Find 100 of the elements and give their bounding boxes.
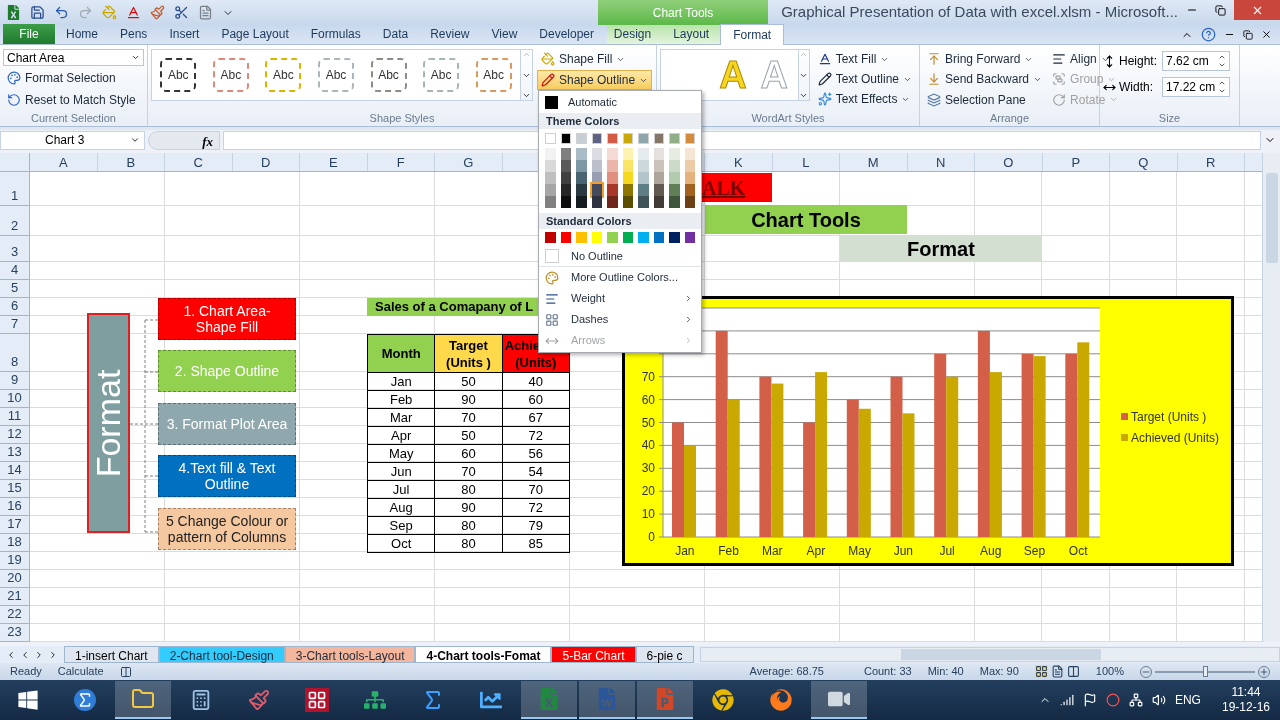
- column-header[interactable]: E: [300, 153, 368, 171]
- row-header[interactable]: 22: [0, 606, 30, 624]
- style-preset[interactable]: Abc: [317, 58, 354, 92]
- sheet-tab[interactable]: 3-Chart tools-Layout: [284, 646, 416, 663]
- ribbon-tab[interactable]: Insert: [158, 24, 211, 44]
- column-header[interactable]: Q: [1110, 153, 1178, 171]
- table-cell: 70: [434, 408, 503, 427]
- row-header[interactable]: 4: [0, 262, 30, 280]
- column-header[interactable]: K: [705, 153, 773, 171]
- status-text: Ready: [10, 664, 42, 680]
- row-header[interactable]: 10: [0, 390, 30, 408]
- sheet-tab[interactable]: 6-pie c: [635, 646, 694, 663]
- ribbon-button[interactable]: Text Fill: [813, 49, 916, 69]
- status-text: Count: 33: [863, 664, 912, 680]
- language-indicator[interactable]: ENG: [1174, 691, 1201, 709]
- style-preset[interactable]: Abc: [475, 58, 512, 92]
- row-header[interactable]: 9: [0, 372, 30, 390]
- sheet-tab[interactable]: 5-Bar Chart: [551, 646, 636, 663]
- column-header[interactable]: A: [30, 153, 98, 171]
- ribbon-button[interactable]: Text Outline: [813, 69, 916, 89]
- ribbon-button[interactable]: Shape Fill: [537, 49, 653, 69]
- row-header[interactable]: 5: [0, 280, 30, 298]
- row-header[interactable]: 23: [0, 624, 30, 642]
- axis-label: May: [848, 544, 871, 558]
- style-preset[interactable]: Abc: [370, 58, 407, 92]
- style-preset[interactable]: Abc: [423, 58, 460, 92]
- table-cell: Jun: [367, 462, 435, 481]
- ribbon-tab[interactable]: Pens: [109, 24, 159, 44]
- row-header[interactable]: 21: [0, 588, 30, 606]
- column-header[interactable]: R: [1177, 153, 1245, 171]
- table-cell: 50: [434, 426, 503, 445]
- ribbon-tab[interactable]: Format: [720, 24, 785, 45]
- row-header[interactable]: 2: [0, 206, 30, 236]
- group-label: Shape Styles: [369, 111, 435, 126]
- style-preset[interactable]: Abc: [160, 58, 197, 92]
- row-header[interactable]: 18: [0, 534, 30, 552]
- table-cell: May: [367, 444, 435, 463]
- column-header[interactable]: P: [1042, 153, 1110, 171]
- ribbon-button[interactable]: Send Backward: [923, 69, 1047, 90]
- sheet-tab[interactable]: 4-Chart tools-Fomat: [415, 646, 552, 663]
- row-header[interactable]: 17: [0, 516, 30, 534]
- style-preset[interactable]: Abc: [265, 58, 302, 92]
- table-cell: Apr: [367, 426, 435, 445]
- status-text: Min: 40: [927, 664, 964, 680]
- row-header[interactable]: 11: [0, 408, 30, 426]
- column-header[interactable]: G: [435, 153, 503, 171]
- ribbon-tab[interactable]: File: [3, 24, 55, 44]
- ribbon-button[interactable]: Shape Outline: [537, 70, 653, 90]
- ribbon-tab[interactable]: Data: [371, 24, 420, 44]
- ribbon-tab[interactable]: Developer: [528, 24, 605, 44]
- column-header[interactable]: M: [840, 153, 908, 171]
- ribbon-tab[interactable]: View: [480, 24, 529, 44]
- ribbon-tab[interactable]: Formulas: [299, 24, 372, 44]
- name-box[interactable]: Chart 3: [0, 130, 145, 150]
- column-header[interactable]: D: [232, 153, 300, 171]
- row-header[interactable]: 1: [0, 172, 30, 206]
- row-header[interactable]: 14: [0, 462, 30, 480]
- row-header[interactable]: 13: [0, 444, 30, 462]
- column-header[interactable]: C: [165, 153, 233, 171]
- table-cell: 72: [502, 426, 570, 445]
- menu-item[interactable]: Dashes: [539, 309, 701, 330]
- menu-item[interactable]: No Outline: [539, 246, 701, 267]
- column-header[interactable]: F: [367, 153, 435, 171]
- ribbon-tab[interactable]: Design: [602, 24, 663, 44]
- row-header[interactable]: 7: [0, 316, 30, 334]
- group-label: Arrange: [989, 111, 1030, 126]
- menu-item[interactable]: Automatic: [539, 91, 701, 113]
- ribbon-tab[interactable]: Review: [419, 24, 481, 44]
- ribbon-button[interactable]: Selection Pane: [923, 89, 1047, 110]
- ribbon-tab[interactable]: Layout: [662, 24, 721, 44]
- menu-item[interactable]: More Outline Colors...: [539, 267, 701, 288]
- axis-label: 50: [641, 415, 655, 430]
- row-header[interactable]: 6: [0, 298, 30, 316]
- row-header[interactable]: 20: [0, 570, 30, 588]
- row-header[interactable]: 16: [0, 498, 30, 516]
- size-field[interactable]: 7.62 cm: [1162, 51, 1230, 71]
- sheet-tab[interactable]: 1-insert Chart: [64, 646, 159, 663]
- row-header[interactable]: 12: [0, 426, 30, 444]
- row-header[interactable]: 19: [0, 552, 30, 570]
- sheet-tab[interactable]: 2-Chart tool-Design: [158, 646, 285, 663]
- ribbon-button[interactable]: Bring Forward: [923, 49, 1047, 69]
- style-preset[interactable]: Abc: [212, 58, 249, 92]
- column-header[interactable]: N: [907, 153, 975, 171]
- ribbon-tab[interactable]: Home: [55, 24, 109, 44]
- axis-label: Feb: [718, 544, 739, 558]
- menu-item[interactable]: Weight: [539, 288, 701, 309]
- ribbon-button[interactable]: Reset to Match Style: [3, 90, 144, 110]
- row-header[interactable]: 8: [0, 334, 30, 372]
- column-header[interactable]: L: [772, 153, 840, 171]
- ribbon-tab[interactable]: Page Layout: [210, 24, 300, 44]
- ribbon-button[interactable]: Format Selection: [3, 68, 144, 88]
- row-header[interactable]: 15: [0, 480, 30, 498]
- insert-function-button[interactable]: fx: [148, 130, 220, 150]
- cell-banner: Format: [840, 235, 1042, 262]
- column-header[interactable]: O: [975, 153, 1043, 171]
- row-header[interactable]: 3: [0, 236, 30, 262]
- column-header[interactable]: B: [97, 153, 165, 171]
- size-field[interactable]: 17.22 cm: [1162, 77, 1230, 97]
- ribbon-button[interactable]: Text Effects: [813, 89, 916, 109]
- element-dropdown[interactable]: Chart Area: [3, 49, 144, 66]
